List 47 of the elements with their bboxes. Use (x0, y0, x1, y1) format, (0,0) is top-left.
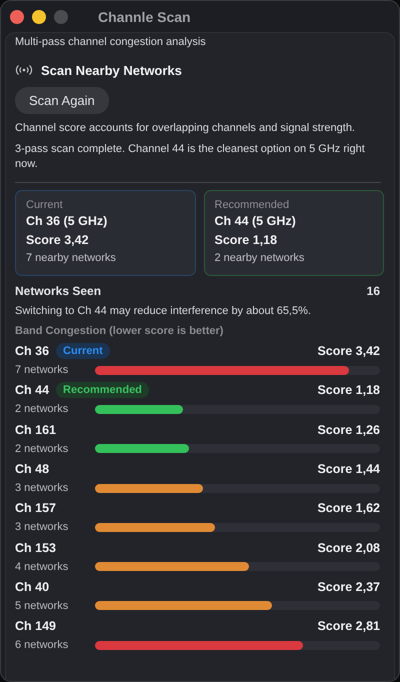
advice-text: Switching to Ch 44 may reduce interference by about 65,5%. (15, 304, 312, 316)
networks-seen-label: Networks Seen (15, 284, 102, 298)
channel-name: Ch 40 (15, 580, 50, 594)
networks-count: 7 networks (15, 364, 70, 376)
status-text: 3-pass scan complete. Channel 44 is the cleanest option on 5 GHz right now. (15, 142, 366, 172)
score-label: Score 3,42 (26, 232, 90, 248)
networks-count: 2 nearby networks (214, 250, 306, 266)
networks-count: 3 networks (15, 482, 70, 494)
section-title: Scan Nearby Networks (41, 62, 182, 78)
networks-count: 7 nearby networks (26, 250, 117, 266)
networks-count: 2 networks (15, 442, 70, 455)
networks-count: 4 networks (15, 560, 70, 573)
channel-name: Ch 149 (15, 619, 56, 634)
channel-name: Ch 153 (15, 540, 56, 555)
channel-name: Ch 161 (15, 422, 56, 437)
band-congestion-heading: Band Congestion (lower score is better) (15, 324, 224, 336)
channel-name: Ch 48 (15, 462, 50, 476)
current-tag: Current (56, 343, 110, 360)
description-text: Channel score accounts for overlapping channels and signal strength. (15, 121, 356, 136)
score-label: Score 3,42 (317, 344, 380, 358)
score-label: Score 1,18 (214, 232, 278, 248)
networks-count: 6 networks (15, 639, 70, 652)
score-label: Score 1,26 (317, 422, 380, 437)
card-label: Current (26, 198, 64, 212)
score-label: Score 2,08 (317, 540, 380, 555)
networks-count: 2 networks (15, 403, 70, 416)
scan-again-button[interactable]: Scan Again (15, 87, 109, 114)
minimize-button[interactable] (32, 10, 46, 24)
score-label: Score 2,81 (317, 619, 380, 634)
recommended-tag: Recommended (56, 382, 149, 398)
channel-label: Ch 44 (5 GHz) (214, 212, 297, 230)
networks-count: 3 networks (15, 521, 70, 534)
card-label: Recommended (214, 198, 290, 212)
channel-name: Ch 44 (15, 383, 50, 398)
channel-label: Ch 36 (5 GHz) (26, 212, 108, 230)
score-label: Score 1,18 (317, 383, 380, 398)
close-button[interactable] (10, 10, 24, 24)
networks-count: 5 networks (15, 600, 70, 612)
score-label: Score 1,44 (317, 462, 380, 476)
subtitle: Multi-pass channel congestion analysis (15, 35, 207, 49)
networks-seen-count: 16 (366, 284, 380, 298)
score-label: Score 2,37 (317, 580, 380, 594)
channel-name: Ch 36 (15, 344, 50, 358)
window-title: Channle Scan (98, 8, 191, 24)
score-label: Score 1,62 (317, 501, 380, 516)
channel-name: Ch 157 (15, 501, 56, 516)
broadcast-icon (15, 64, 33, 76)
